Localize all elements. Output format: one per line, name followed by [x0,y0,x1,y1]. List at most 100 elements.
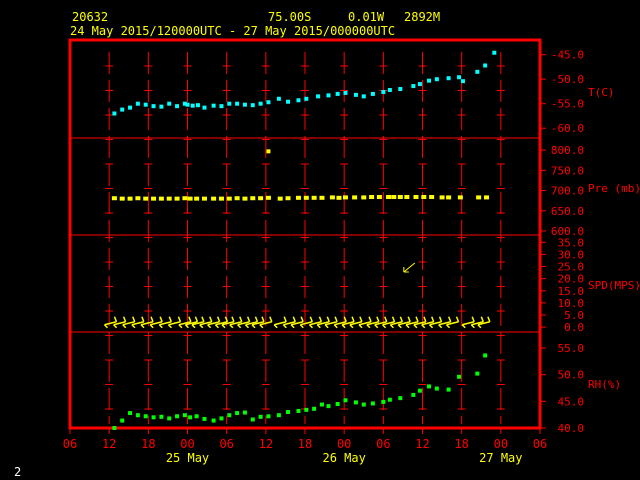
humidity-point [175,414,180,419]
pressure-point [311,195,317,200]
humidity-point [457,374,462,379]
humidity-point [143,414,148,419]
pressure-point [476,195,482,200]
humidity-point [219,416,224,421]
temperature-point [135,101,140,106]
temperature-point [195,103,200,108]
humidity-point [446,387,451,392]
temperature-point [483,63,488,68]
pressure-point [143,196,149,201]
pressure-point [376,195,382,200]
humidity-point [417,388,422,393]
y-tick-label: -45.0 [551,49,584,62]
temperature-point [167,101,172,106]
temperature-point [143,102,148,107]
humidity-point [128,411,133,416]
pressure-point [391,195,397,200]
pressure-point [174,196,180,201]
y-tick-label: 30.0 [558,248,585,261]
x-tick-label: 18 [454,437,468,451]
temperature-point [411,84,416,89]
humidity-point [475,371,480,376]
pressure-point [166,196,172,201]
humidity-point [242,410,247,415]
y-tick-label: 800.0 [551,144,584,157]
wind-arrow [403,262,416,273]
temperature-point [286,99,291,104]
x-tick-label: 06 [376,437,390,451]
pressure-point [342,195,348,200]
pressure-point [361,195,367,200]
y-tick-label: 0.0 [564,321,584,334]
pressure-point [483,195,489,200]
pressure-point [218,196,224,201]
humidity-point [167,416,172,421]
panel-label: T(C) [588,86,615,99]
temperature-point [112,111,117,116]
wind-barb [178,316,192,329]
y-tick-label: 35.0 [558,236,585,249]
humidity-point [276,413,281,418]
x-tick-label: 18 [298,437,312,451]
humidity-point [319,402,324,407]
pressure-point [127,196,133,201]
pressure-point [303,195,309,200]
temperature-point [387,87,392,92]
x-tick-label: 00 [180,437,194,451]
temperature-point [460,79,465,84]
temperature-point [492,50,497,55]
temperature-point [434,77,439,82]
temperature-point [381,89,386,94]
temperature-point [202,105,207,110]
y-tick-label: 45.0 [558,395,585,408]
humidity-point [381,399,386,404]
temperature-point [151,104,156,109]
pressure-point [182,196,188,201]
humidity-point [202,416,207,421]
temperature-point [128,105,133,110]
pressure-point [285,196,291,201]
pressure-point [111,196,117,201]
date-label: 27 May [479,451,522,465]
pressure-point [404,195,410,200]
humidity-point [370,401,375,406]
pressure-point [234,196,240,201]
pressure-point [250,196,256,201]
pressure-point [397,195,403,200]
x-tick-label: 12 [259,437,273,451]
humidity-point [250,417,255,422]
pressure-point [258,196,264,201]
x-tick-label: 12 [102,437,116,451]
temperature-point [335,91,340,96]
pressure-point [336,195,342,200]
humidity-point [182,413,187,418]
pressure-point [187,196,193,201]
pressure-point [277,196,283,201]
humidity-point [266,414,271,419]
panel-label: RH(%) [588,378,621,391]
temperature-point [457,75,462,80]
temperature-point [258,101,263,106]
temperature-point [276,96,281,101]
pressure-point [439,195,445,200]
y-tick-label: 15.0 [558,285,585,298]
humidity-point [387,397,392,402]
pressure-point [226,196,232,201]
y-tick-label: 700.0 [551,185,584,198]
humidity-point [353,400,358,405]
humidity-point [296,408,301,413]
pressure-point [352,195,358,200]
y-tick-label: 10.0 [558,297,585,310]
temperature-point [211,103,216,108]
panel-label: SPD(MPS) [588,279,640,292]
humidity-point [151,415,156,420]
pressure-point [369,195,375,200]
humidity-point [411,392,416,397]
humidity-point [304,407,309,412]
humidity-point [343,398,348,403]
humidity-point [135,413,140,418]
pressure-point [319,195,325,200]
panel-label: Pre (mb) [588,182,640,195]
y-tick-label: 25.0 [558,261,585,274]
humidity-point [434,386,439,391]
